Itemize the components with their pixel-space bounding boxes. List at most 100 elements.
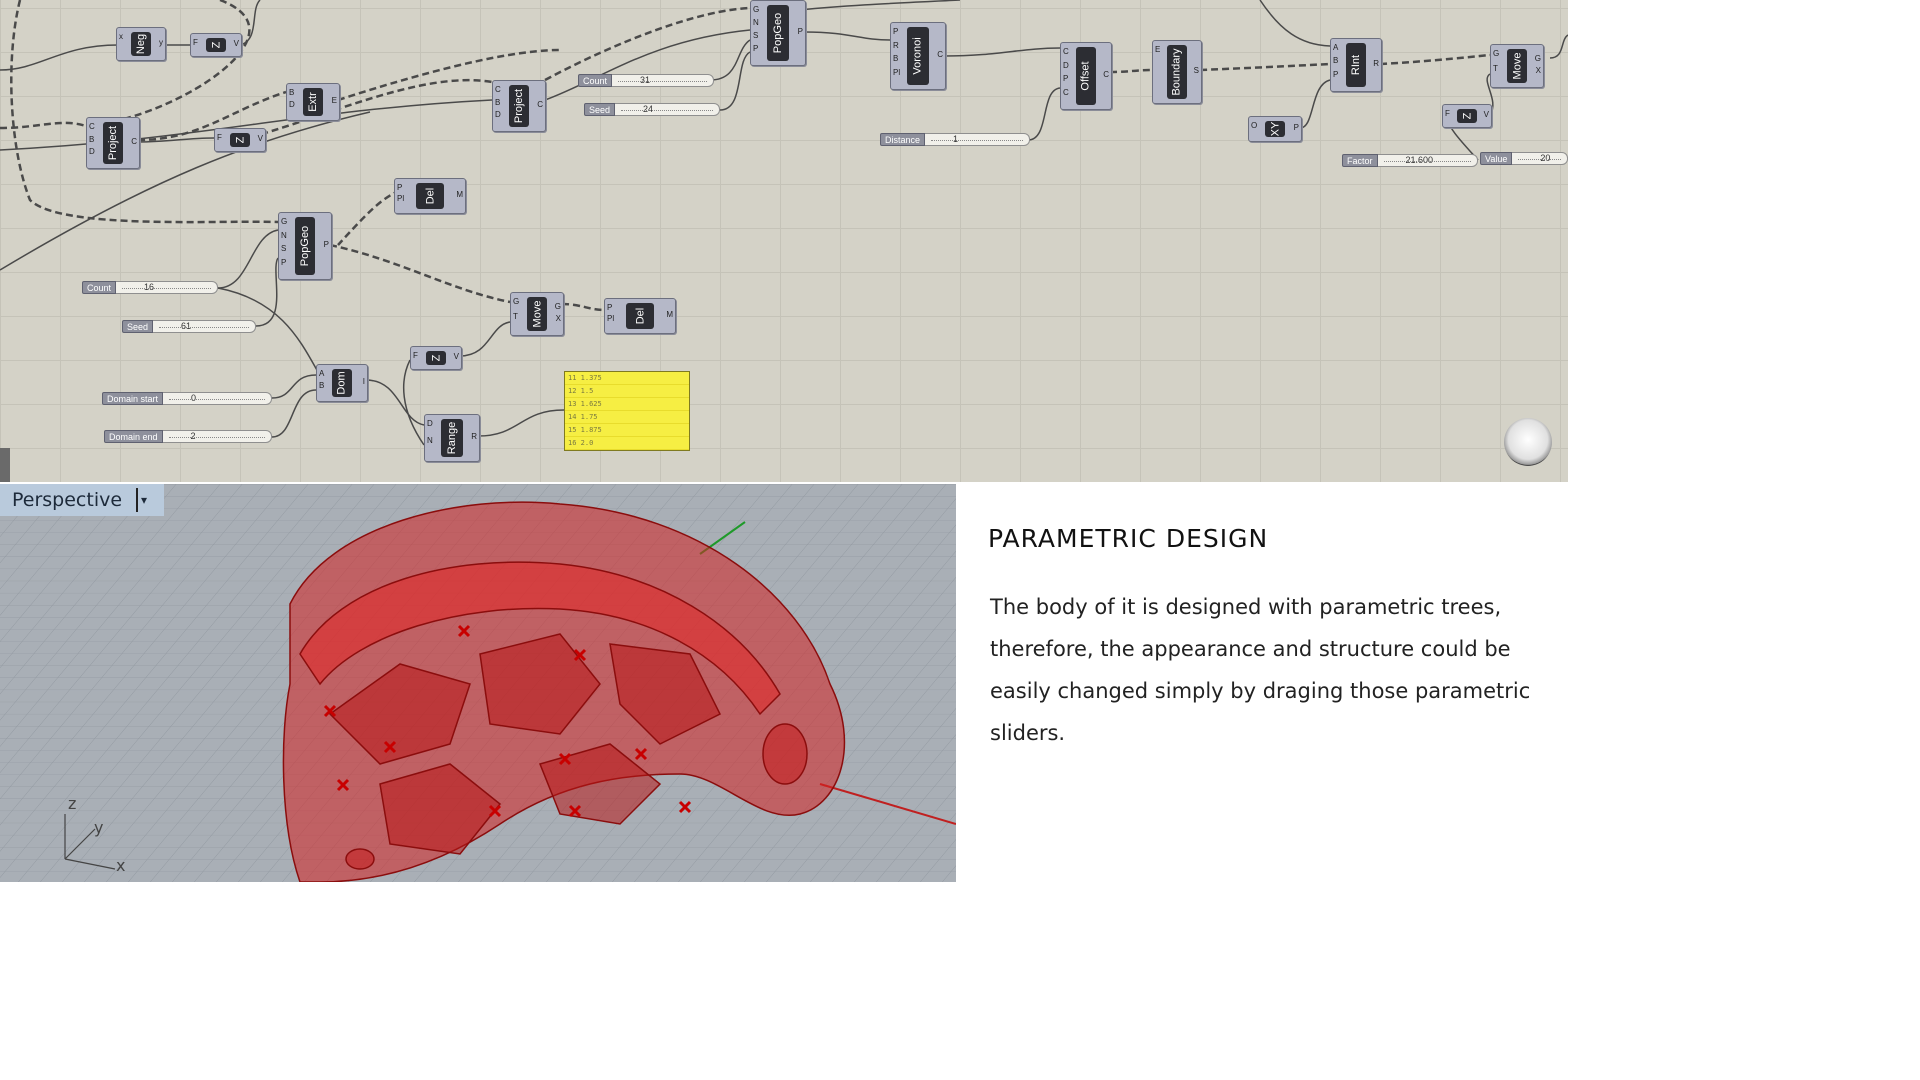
component-range[interactable]: Range D N R [424,414,480,462]
scrollbar[interactable] [0,448,10,482]
input-port[interactable]: C [1063,47,1069,56]
output-port[interactable]: P [324,240,329,249]
input-port[interactable]: C [495,85,501,94]
slider-track[interactable]: 61 [153,320,256,333]
output-port[interactable]: P [1294,123,1299,132]
slider-track[interactable]: 24 [615,103,720,116]
data-panel[interactable]: 11 1.375 12 1.5 13 1.625 14 1.75 15 1.87… [564,371,690,451]
slider-count2[interactable]: Count 16 [82,281,218,294]
input-port[interactable]: D [289,100,295,109]
input-port[interactable]: B [89,135,94,144]
output-port[interactable]: R [1373,59,1379,68]
input-port[interactable]: C [1063,88,1069,97]
component-del2[interactable]: Del P Pl M [604,298,676,334]
input-port[interactable]: N [427,436,433,445]
input-port[interactable]: F [193,38,198,47]
output-port[interactable]: X [556,314,561,323]
component-extr[interactable]: Extr B D E [286,83,340,121]
input-port[interactable]: C [89,122,95,131]
slider-track[interactable]: 2 [162,430,272,443]
input-port[interactable]: F [217,133,222,142]
input-port[interactable]: T [1493,64,1498,73]
component-del1[interactable]: Del P Pl M [394,178,466,214]
slider-dend[interactable]: Domain end 2 [104,430,272,443]
input-port[interactable]: D [495,110,501,119]
grasshopper-canvas[interactable]: Neg x y Z F V Project C B D C Extr B D E Z F V Project C B D C… [0,0,1568,482]
slider-track[interactable]: 20 [1512,152,1568,165]
input-port[interactable]: A [1333,43,1338,52]
input-port[interactable]: G [1493,49,1499,58]
output-port[interactable]: X [1536,66,1541,75]
component-move1[interactable]: Move G T G X [1490,44,1544,88]
component-xy[interactable]: XY O P [1248,116,1302,142]
slider-dstart[interactable]: Domain start 0 [102,392,272,405]
slider-val[interactable]: Value 20 [1480,152,1568,165]
output-port[interactable]: V [1484,110,1489,119]
component-rint[interactable]: RInt A B P R [1330,38,1382,92]
input-port[interactable]: Pl [397,194,404,203]
input-port[interactable]: B [289,88,294,97]
input-port[interactable]: E [1155,45,1160,54]
slider-track[interactable]: 21.600 [1377,154,1478,167]
output-port[interactable]: C [537,100,543,109]
input-port[interactable]: P [753,44,758,53]
input-port[interactable]: N [753,18,759,27]
input-port[interactable]: G [513,297,519,306]
slider-seed2[interactable]: Seed 61 [122,320,256,333]
input-port[interactable]: F [1445,109,1450,118]
component-move2[interactable]: Move G T G X [510,292,564,336]
output-port[interactable]: M [666,310,673,319]
output-port[interactable]: G [1535,54,1541,63]
slider-track[interactable]: 16 [116,281,218,294]
output-port[interactable]: C [937,50,943,59]
slider-track[interactable]: 1 [925,133,1030,146]
slider-distance[interactable]: Distance 1 [880,133,1030,146]
input-port[interactable]: N [281,231,287,240]
input-port[interactable]: R [893,41,899,50]
output-port[interactable]: V [234,39,239,48]
component-neg[interactable]: Neg x y [116,27,166,61]
input-port[interactable]: x [119,32,123,41]
component-z4[interactable]: ZFV [410,346,462,370]
input-port[interactable]: G [281,217,287,226]
component-dom[interactable]: Dom A B I [316,364,368,402]
input-port[interactable]: Pl [893,68,900,77]
component-popgeo2[interactable]: PopGeo G N S P P [278,212,332,280]
output-port[interactable]: I [363,377,365,386]
output-port[interactable]: P [798,27,803,36]
input-port[interactable]: O [1251,121,1257,130]
chevron-down-icon[interactable]: ▾ [136,488,147,512]
slider-track[interactable]: 0 [163,392,272,405]
input-port[interactable]: B [495,98,500,107]
input-port[interactable]: D [89,147,95,156]
output-port[interactable]: y [159,38,163,47]
output-port[interactable]: M [456,190,463,199]
input-port[interactable]: P [893,27,898,36]
input-port[interactable]: Pl [607,314,614,323]
output-port[interactable]: S [1194,66,1199,75]
input-port[interactable]: S [753,31,758,40]
component-z1[interactable]: ZFV [190,33,242,57]
slider-seed1[interactable]: Seed 24 [584,103,720,116]
rhino-viewport[interactable]: z y x Perspective ▾ [0,484,956,882]
output-port[interactable]: V [258,134,263,143]
input-port[interactable]: T [513,312,518,321]
input-port[interactable]: S [281,244,286,253]
input-port[interactable]: B [319,381,324,390]
input-port[interactable]: F [413,351,418,360]
output-port[interactable]: C [1103,70,1109,79]
input-port[interactable]: P [281,258,286,267]
input-port[interactable]: D [427,419,433,428]
slider-factor[interactable]: Factor 21.600 [1342,154,1478,167]
input-port[interactable]: P [1063,74,1068,83]
slider-count1[interactable]: Count 31 [578,74,714,87]
component-voronoi[interactable]: Voronoi P R B Pl C [890,22,946,90]
component-offset[interactable]: Offset C D P C C [1060,42,1112,110]
input-port[interactable]: D [1063,61,1069,70]
input-port[interactable]: B [1333,56,1338,65]
output-port[interactable]: E [332,96,337,105]
output-port[interactable]: C [131,137,137,146]
slider-track[interactable]: 31 [612,74,714,87]
output-port[interactable]: V [454,352,459,361]
input-port[interactable]: P [1333,70,1338,79]
